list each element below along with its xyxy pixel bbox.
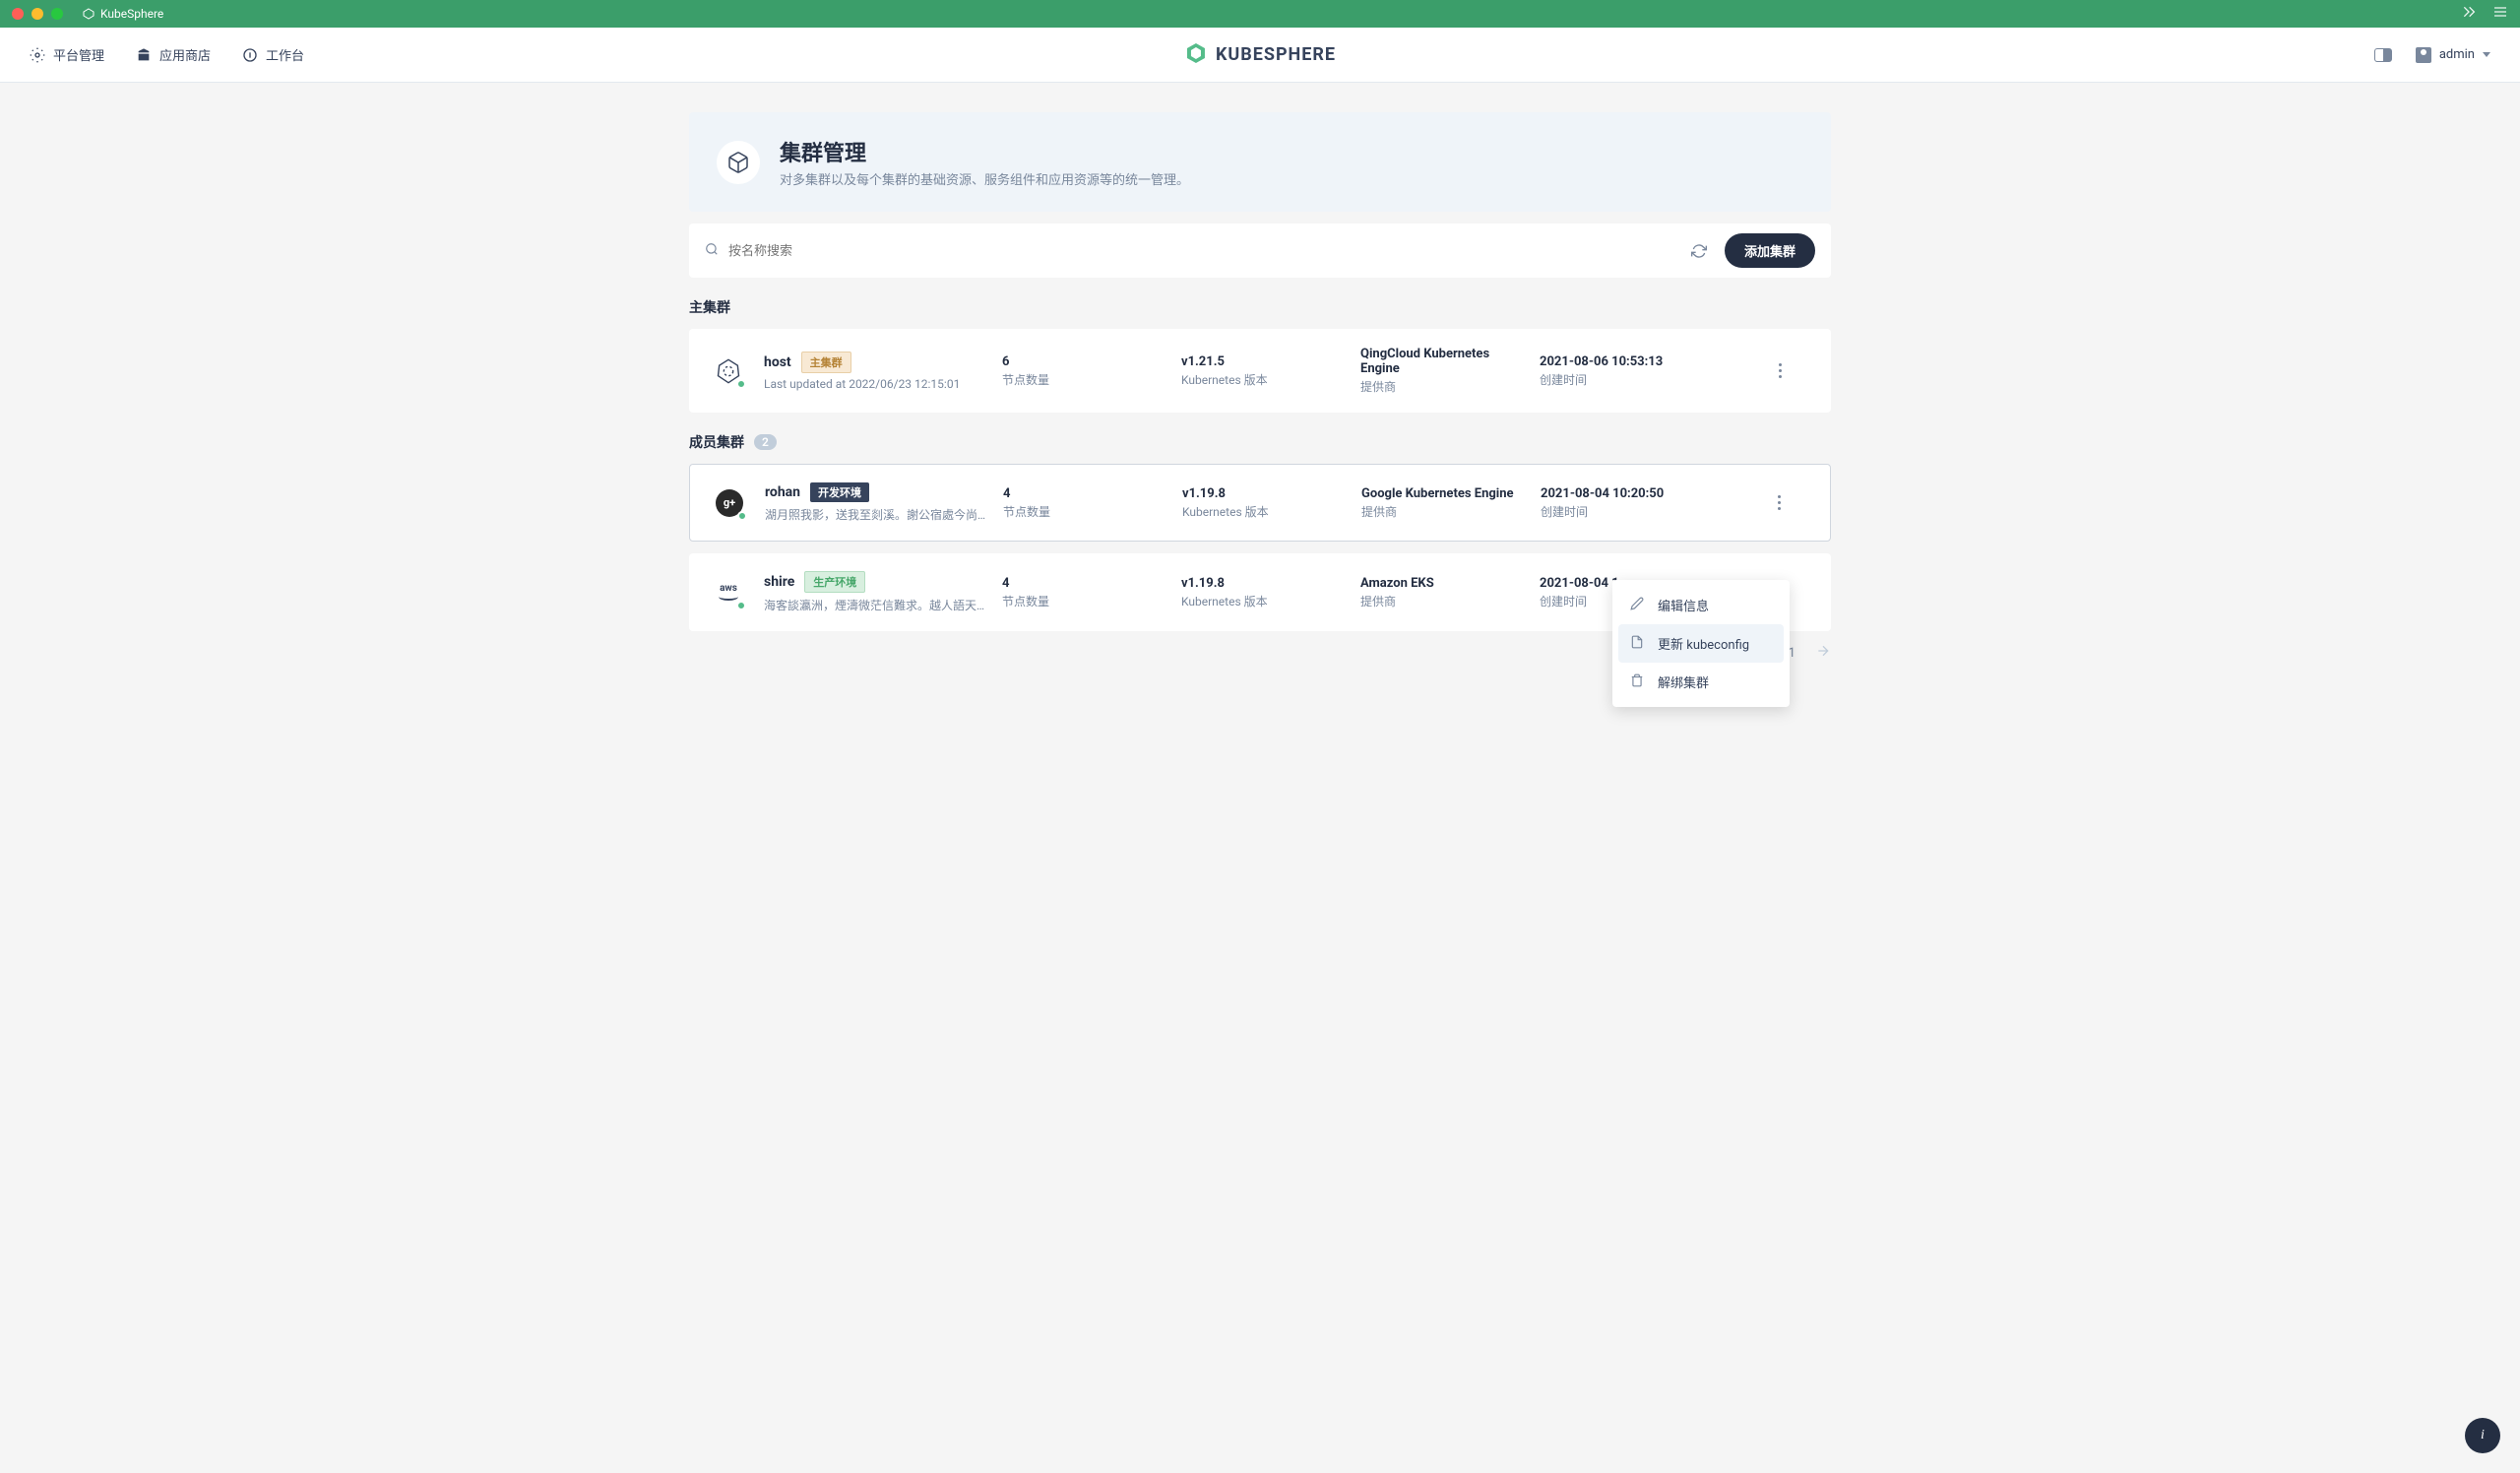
nav-label: 应用商店 [159, 45, 211, 64]
menu-update-kubeconfig[interactable]: 更新 kubeconfig [1618, 624, 1784, 663]
window-title: KubeSphere [83, 7, 163, 21]
k8s-version-value: v1.21.5 [1181, 354, 1349, 369]
k8s-version-label: Kubernetes 版本 [1181, 371, 1349, 388]
context-menu: 编辑信息 更新 kubeconfig 解绑集群 [1612, 580, 1790, 707]
provider-label: 提供商 [1360, 378, 1528, 395]
member-cluster-section-title: 成员集群 2 [689, 432, 1831, 452]
brand-logo[interactable]: KUBESPHERE [1184, 41, 1336, 69]
provider-label: 提供商 [1361, 503, 1529, 520]
page-header: 集群管理 对多集群以及每个集群的基础资源、服务组件和应用资源等的统一管理。 [689, 112, 1831, 212]
cluster-tag-host: 主集群 [801, 352, 851, 373]
file-icon [1630, 635, 1646, 653]
window-titlebar: KubeSphere [0, 0, 2520, 28]
status-dot-online [737, 511, 747, 521]
nav-workbench[interactable]: 工作台 [242, 45, 304, 64]
expand-icon[interactable] [2461, 4, 2477, 24]
member-cluster-card[interactable]: g+ rohan 开发环境 湖月照我影，送我至剡溪。謝公宿處今尚在，... 4 … [689, 464, 1831, 542]
next-page-button[interactable] [1815, 643, 1831, 663]
host-cluster-card[interactable]: host 主集群 Last updated at 2022/06/23 12:1… [689, 329, 1831, 413]
menu-unbind-cluster[interactable]: 解绑集群 [1618, 663, 1784, 701]
cluster-name: shire [764, 574, 794, 590]
k8s-version-label: Kubernetes 版本 [1182, 503, 1350, 520]
cluster-icon [717, 141, 760, 184]
section-label: 成员集群 [689, 432, 744, 452]
toolbar: 添加集群 [689, 224, 1831, 278]
created-label: 创建时间 [1541, 503, 1755, 520]
chevron-down-icon [2483, 52, 2490, 57]
theme-toggle[interactable] [2374, 48, 2392, 62]
trash-icon [1630, 673, 1646, 691]
top-nav: 平台管理 应用商店 工作台 KUBESPHERE admin [0, 28, 2520, 83]
provider-value: QingCloud Kubernetes Engine [1360, 347, 1528, 376]
user-menu[interactable]: admin [2416, 47, 2490, 63]
more-actions-button[interactable] [1767, 491, 1791, 515]
created-label: 创建时间 [1540, 371, 1756, 388]
search-input[interactable] [728, 243, 1685, 258]
cluster-provider-icon: g+ [714, 487, 745, 519]
search-icon [705, 242, 719, 260]
node-count-value: 6 [1002, 354, 1169, 369]
close-window-icon[interactable] [12, 8, 24, 20]
maximize-window-icon[interactable] [51, 8, 63, 20]
cluster-meta: 海客談瀛洲，煙濤微茫信難求。越人語天姥，... [764, 597, 990, 613]
traffic-lights [12, 8, 63, 20]
kubesphere-logo-icon [1184, 41, 1208, 69]
brand-text: KUBESPHERE [1216, 44, 1336, 65]
more-dots-icon [1779, 363, 1782, 378]
aws-icon: aws [715, 583, 742, 603]
created-value: 2021-08-06 10:53:13 [1540, 354, 1756, 369]
menu-label: 编辑信息 [1658, 596, 1709, 614]
cluster-tag-dev: 开发环境 [810, 482, 869, 502]
menu-icon[interactable] [2492, 4, 2508, 24]
gear-icon [30, 47, 45, 63]
nav-app-store[interactable]: 应用商店 [136, 45, 211, 64]
pencil-icon [1630, 597, 1646, 614]
node-count-label: 节点数量 [1003, 503, 1170, 520]
menu-label: 解绑集群 [1658, 672, 1709, 691]
node-count-label: 节点数量 [1002, 371, 1169, 388]
more-dots-icon [1778, 495, 1781, 510]
count-badge: 2 [754, 434, 777, 450]
cluster-tag-prod: 生产环境 [804, 571, 865, 593]
provider-value: Amazon EKS [1360, 576, 1528, 591]
status-dot-online [736, 601, 746, 610]
menu-label: 更新 kubeconfig [1658, 634, 1749, 653]
cluster-meta: Last updated at 2022/06/23 12:15:01 [764, 377, 990, 391]
help-fab[interactable]: i [2465, 1418, 2500, 1453]
provider-value: Google Kubernetes Engine [1361, 486, 1529, 501]
k8s-version-value: v1.19.8 [1181, 576, 1349, 591]
add-cluster-button[interactable]: 添加集群 [1725, 233, 1815, 268]
workbench-icon [242, 47, 258, 63]
window-title-text: KubeSphere [100, 7, 163, 21]
nav-label: 平台管理 [53, 45, 104, 64]
app-icon [83, 8, 94, 20]
cluster-name: rohan [765, 484, 800, 500]
cluster-meta: 湖月照我影，送我至剡溪。謝公宿處今尚在，... [765, 506, 991, 523]
created-value: 2021-08-04 10:20:50 [1541, 486, 1755, 501]
status-dot-online [736, 379, 746, 389]
page-title: 集群管理 [780, 136, 1189, 167]
provider-label: 提供商 [1360, 593, 1528, 609]
minimize-window-icon[interactable] [32, 8, 43, 20]
k8s-version-value: v1.19.8 [1182, 486, 1350, 501]
node-count-value: 4 [1002, 576, 1169, 591]
kubernetes-icon [713, 355, 744, 387]
k8s-version-label: Kubernetes 版本 [1181, 593, 1349, 609]
node-count-label: 节点数量 [1002, 593, 1169, 609]
cluster-provider-icon: aws [713, 577, 744, 608]
menu-edit-info[interactable]: 编辑信息 [1618, 586, 1784, 624]
refresh-button[interactable] [1685, 237, 1713, 265]
host-cluster-section-title: 主集群 [689, 297, 1831, 317]
store-icon [136, 47, 152, 63]
username: admin [2439, 47, 2475, 62]
nav-label: 工作台 [266, 45, 304, 64]
avatar-icon [2416, 47, 2431, 63]
cluster-name: host [764, 354, 791, 370]
more-actions-button[interactable] [1768, 359, 1792, 383]
node-count-value: 4 [1003, 486, 1170, 501]
page-description: 对多集群以及每个集群的基础资源、服务组件和应用资源等的统一管理。 [780, 169, 1189, 188]
nav-platform-management[interactable]: 平台管理 [30, 45, 104, 64]
